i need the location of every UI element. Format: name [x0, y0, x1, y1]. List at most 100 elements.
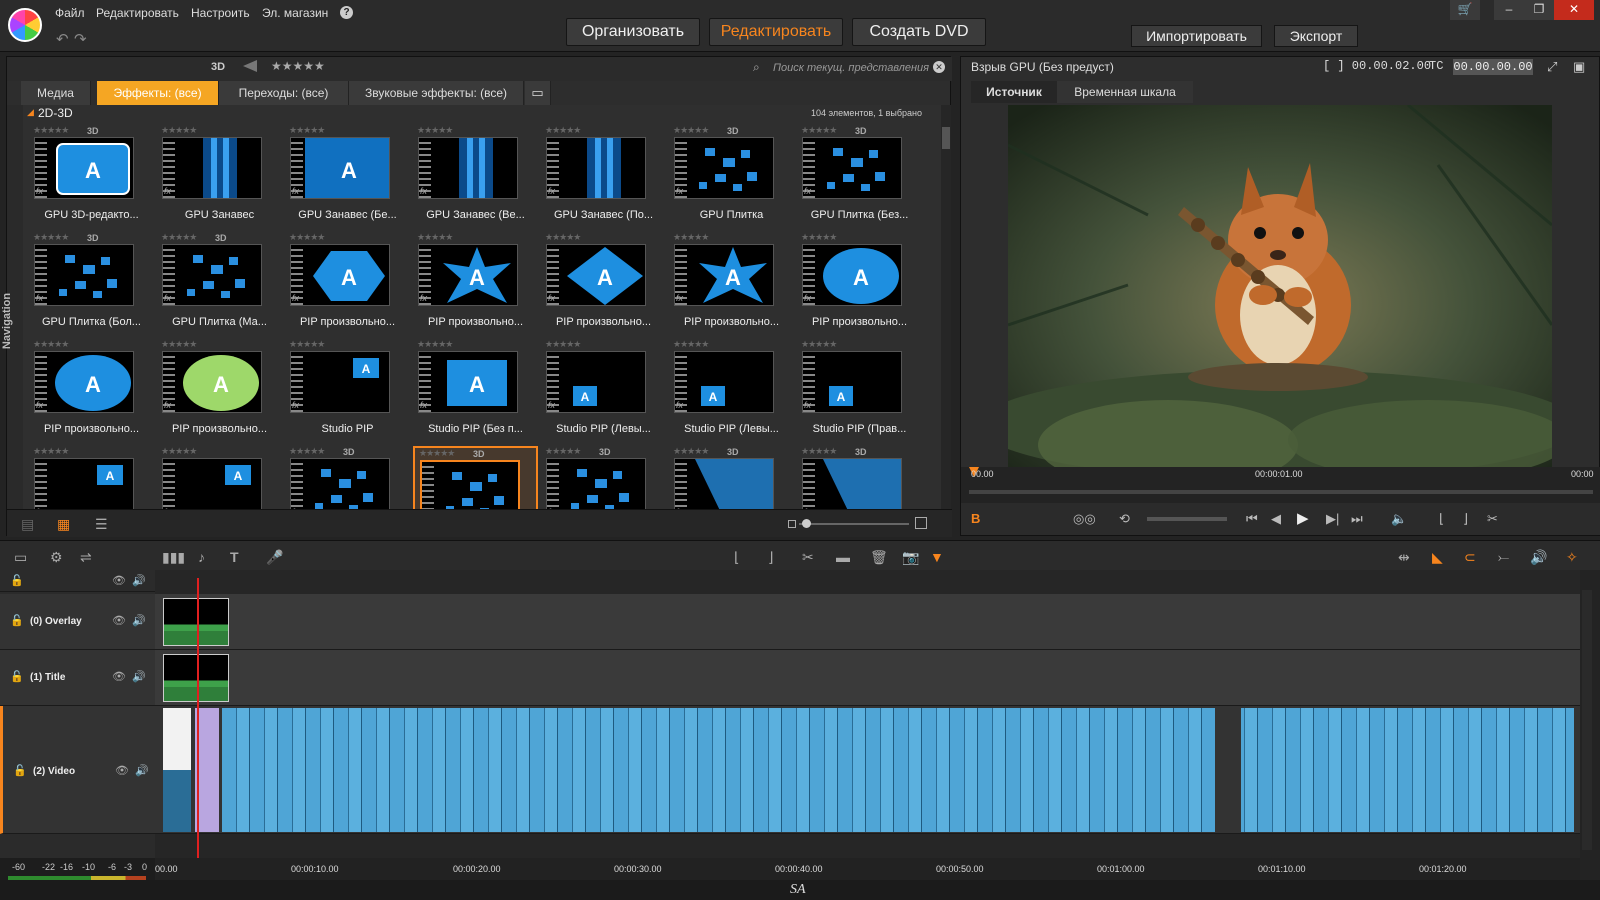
tab-source[interactable]: Источник	[971, 81, 1057, 103]
speaker-icon[interactable]: 🔊	[132, 574, 146, 587]
effect-tile[interactable]: ★★★★★ Afx PIP произвольно...	[669, 232, 794, 338]
rating-stars[interactable]: ★★★★★	[673, 232, 709, 243]
track-header-overlay[interactable]: 🔓 (0) Overlay 👁 🔊	[0, 594, 155, 650]
scorefitter-icon[interactable]: ♪	[198, 549, 205, 565]
menu-setup[interactable]: Настроить	[191, 6, 250, 20]
rating-stars[interactable]: ★★★★★	[417, 339, 453, 350]
go-to-end-icon[interactable]: ⏭	[1351, 511, 1363, 527]
volume-icon[interactable]: 🔈	[1391, 511, 1407, 527]
cart-icon[interactable]: 🛒	[1450, 0, 1480, 20]
tab-sound-effects[interactable]: Звуковые эффекты: (все)	[349, 81, 524, 105]
ripple-icon[interactable]: ⇹	[1398, 549, 1410, 566]
player-ruler[interactable]: 00.00 00:00:01.00 00:00	[961, 467, 1600, 503]
lane-title[interactable]	[155, 650, 1580, 706]
effect-tile[interactable]: ★★★★★Afx	[29, 446, 154, 509]
effect-tile[interactable]: ★★★★★Afx	[157, 446, 282, 509]
tab-media[interactable]: Медиа	[21, 81, 91, 105]
rating-stars[interactable]: ★★★★★	[801, 125, 837, 136]
go-to-start-icon[interactable]: ⏮	[1246, 511, 1258, 527]
effect-tile[interactable]: ★★★★★ 3Dfx	[669, 446, 794, 509]
list-view-icon[interactable]: ☰	[95, 516, 108, 533]
timeline-scrollbar[interactable]	[1582, 590, 1592, 850]
speaker-icon[interactable]: 🔊	[132, 670, 146, 683]
eye-icon[interactable]: 👁	[112, 574, 126, 587]
app-logo-icon[interactable]	[8, 8, 42, 42]
search-icon[interactable]: ⌕	[753, 60, 760, 75]
effect-tile[interactable]: ★★★★★ 3D Afx GPU 3D-редакто...	[29, 125, 154, 231]
magic-wand-icon[interactable]: ✧	[1566, 549, 1578, 566]
split-icon[interactable]: ✂	[1487, 511, 1498, 527]
rating-stars[interactable]: ★★★★★	[545, 446, 581, 457]
effect-tile[interactable]: ★★★★★ 3D fx GPU Плитка (Ма...	[157, 232, 282, 338]
trim-icon[interactable]: ⤚	[1498, 549, 1509, 566]
rating-stars[interactable]: ★★★★★	[545, 125, 581, 136]
effect-tile[interactable]: ★★★★★ Afx Studio PIP (Прав...	[797, 339, 922, 445]
timeline-options-icon[interactable]: ⇌	[80, 549, 92, 566]
step-forward-icon[interactable]: ▶|	[1326, 511, 1339, 527]
playhead[interactable]	[197, 578, 199, 863]
effect-tile[interactable]: ★★★★★ Afx Studio PIP (Левы...	[541, 339, 666, 445]
effect-tile[interactable]: ★★★★★ 3D fx GPU Плитка	[669, 125, 794, 231]
rating-stars[interactable]: ★★★★★	[801, 232, 837, 243]
mark-in-icon[interactable]: ⌊	[1439, 511, 1444, 527]
effect-tile[interactable]: ★★★★★ Afx GPU Занавес (Бе...	[285, 125, 410, 231]
shuttle-slider[interactable]	[1147, 517, 1227, 521]
tab-timeline[interactable]: Временная шкала	[1057, 81, 1193, 103]
video-clip[interactable]	[222, 708, 1574, 832]
loop-icon[interactable]: ⟲	[1119, 511, 1130, 527]
zoom-slider[interactable]	[799, 523, 909, 525]
rating-stars[interactable]: ★★★★★	[417, 232, 453, 243]
play-icon[interactable]: ▶	[1297, 509, 1309, 527]
tag-icon[interactable]	[243, 60, 257, 72]
step-back-icon[interactable]: ◀	[1271, 511, 1281, 527]
rating-stars[interactable]: ★★★★★	[419, 448, 455, 459]
marker-out-icon[interactable]: ⌋	[768, 549, 773, 566]
grid-view-icon[interactable]: ▦	[57, 516, 70, 533]
mode-edit-button[interactable]: Редактировать	[709, 18, 843, 46]
razor-icon[interactable]: ✂	[802, 549, 814, 566]
effect-tile[interactable]: ★★★★★ 3D fx GPU Плитка (Без...	[797, 125, 922, 231]
export-button[interactable]: Экспорт	[1274, 25, 1358, 47]
rating-stars[interactable]: ★★★★★	[289, 232, 325, 243]
menu-store[interactable]: Эл. магазин	[262, 6, 328, 20]
speaker-icon[interactable]: 🔊	[132, 614, 146, 627]
title-clip[interactable]	[163, 654, 229, 702]
effect-tile[interactable]: ★★★★★ Afx PIP произвольно...	[413, 232, 538, 338]
overlay-clip[interactable]	[163, 598, 229, 646]
tab-transitions[interactable]: Переходы: (все)	[219, 81, 349, 105]
track-header-video[interactable]: 🔓 (2) Video 👁 🔊	[0, 706, 155, 834]
lock-icon[interactable]: 🔓	[10, 670, 24, 683]
eye-icon[interactable]: 👁	[112, 670, 126, 683]
track-header-title[interactable]: 🔓 (1) Title 👁 🔊	[0, 650, 155, 706]
effect-tile[interactable]: ★★★★★ 3D fx GPU Плитка (Бол...	[29, 232, 154, 338]
audio-mixer-icon[interactable]: ▮▮▮	[162, 549, 185, 566]
marker-in-icon[interactable]: ⌊	[734, 549, 739, 566]
minimize-icon[interactable]: –	[1494, 0, 1524, 20]
rating-stars[interactable]: ★★★★★	[161, 339, 197, 350]
redo-icon[interactable]: ↷	[74, 30, 87, 48]
effect-tile[interactable]: ★★★★★ 3Dfx	[797, 446, 922, 509]
collapse-icon[interactable]: ◢	[27, 107, 34, 118]
effect-tile[interactable]: ★★★★★ Afx Studio PIP	[285, 339, 410, 445]
rating-stars[interactable]: ★★★★★	[289, 446, 325, 457]
rating-stars[interactable]: ★★★★★	[545, 232, 581, 243]
timecode-field[interactable]: 00.00.00.00	[1453, 59, 1533, 75]
timeline-view-icon[interactable]: ▭	[14, 549, 27, 566]
help-icon[interactable]: ?	[340, 6, 353, 19]
voiceover-icon[interactable]: 🎤	[266, 549, 283, 566]
group-header[interactable]: ◢ 2D-3D 104 элементов, 1 выбрано	[23, 105, 941, 123]
effect-tile[interactable]: ★★★★★ Afx PIP произвольно...	[29, 339, 154, 445]
speaker-icon[interactable]: 🔊	[135, 764, 149, 777]
undo-icon[interactable]: ↶	[56, 30, 69, 48]
rating-stars[interactable]: ★★★★★	[417, 125, 453, 136]
eye-icon[interactable]: 👁	[112, 614, 126, 627]
effect-tile[interactable]: ★★★★★ 3Dfx	[285, 446, 410, 509]
search-input[interactable]: Поиск текущ. представления	[749, 60, 947, 77]
zoom-slider-handle[interactable]	[802, 519, 811, 528]
rating-stars[interactable]: ★★★★★	[33, 232, 69, 243]
marker-b[interactable]: B	[971, 511, 980, 526]
marker-flag-icon[interactable]: ▼	[930, 549, 944, 565]
rating-stars[interactable]: ★★★★★	[161, 232, 197, 243]
rating-filter[interactable]: ★★★★★	[271, 59, 325, 73]
effect-tile[interactable]: ★★★★★ Afx Studio PIP (Без п...	[413, 339, 538, 445]
